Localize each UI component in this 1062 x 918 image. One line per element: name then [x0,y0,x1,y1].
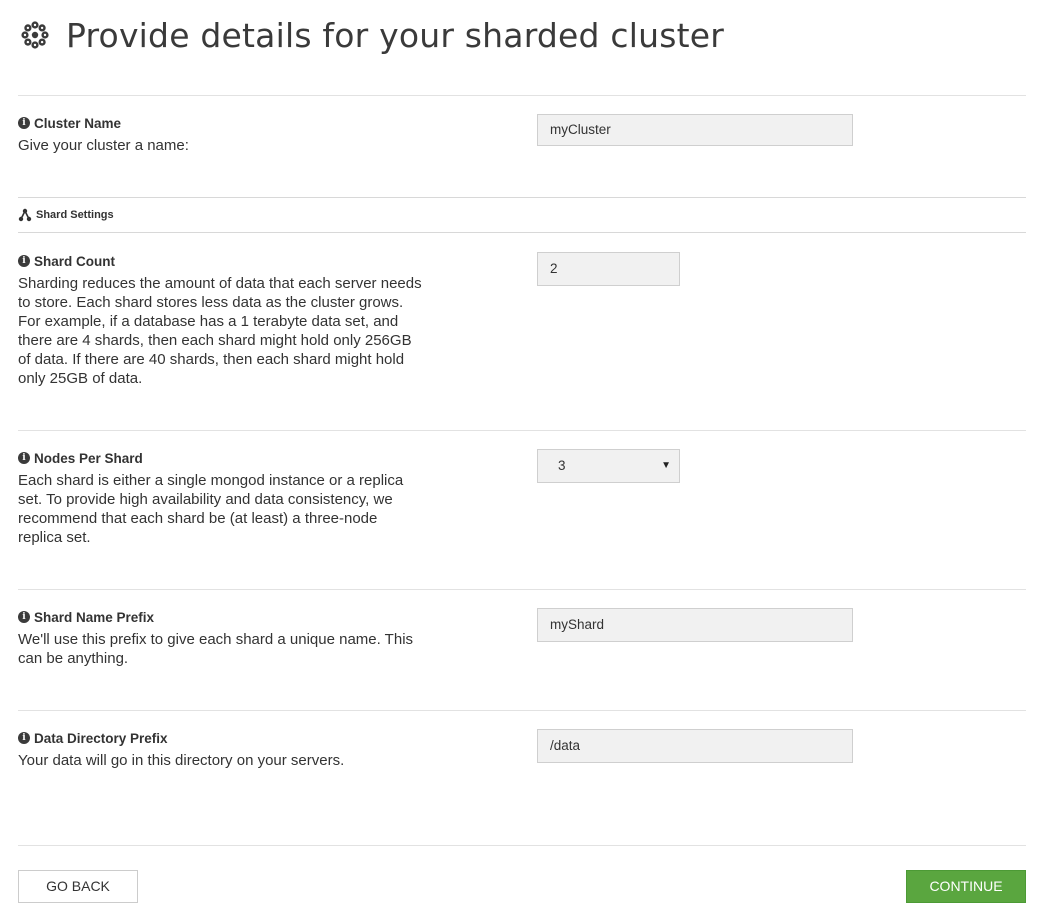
shard-name-prefix-row: i Shard Name Prefix We'll use this prefi… [18,608,1026,668]
continue-button[interactable]: CONTINUE [906,870,1026,903]
section-divider-top [18,197,1026,198]
nodes-per-shard-select[interactable]: 3 ▼ [537,449,680,483]
shard-settings-heading: Shard Settings [18,208,114,222]
info-icon: i [18,452,30,464]
cluster-flower-icon [21,21,49,49]
data-directory-prefix-description: Your data will go in this directory on y… [18,752,345,769]
row-divider [18,710,1026,711]
go-back-button[interactable]: GO BACK [18,870,138,903]
shard-count-title: i Shard Count [18,252,1026,270]
shard-count-description: Sharding reduces the amount of data that… [18,275,422,387]
data-directory-prefix-label: Data Directory Prefix [34,730,168,746]
cluster-name-description: Give your cluster a name: [18,137,189,154]
shard-name-prefix-description: We'll use this prefix to give each shard… [18,631,414,667]
info-icon: i [18,255,30,267]
section-divider-bottom [18,232,1026,233]
row-divider [18,430,1026,431]
data-directory-prefix-title: i Data Directory Prefix [18,729,1026,747]
nodes-per-shard-description: Each shard is either a single mongod ins… [18,472,404,546]
shard-count-row: i Shard Count Sharding reduces the amoun… [18,252,1026,388]
shard-name-prefix-input[interactable]: myShard [537,608,853,642]
footer-divider [18,845,1026,846]
data-directory-prefix-row: i Data Directory Prefix Your data will g… [18,729,1026,770]
row-divider [18,589,1026,590]
shard-name-prefix-title: i Shard Name Prefix [18,608,1026,626]
nodes-per-shard-row: i Nodes Per Shard Each shard is either a… [18,449,1026,547]
nodes-per-shard-label: Nodes Per Shard [34,450,143,466]
cluster-name-input[interactable]: myCluster [537,114,853,146]
info-icon: i [18,732,30,744]
nodes-per-shard-value: 3 [558,458,566,473]
shard-settings-label: Shard Settings [36,209,114,221]
shard-count-input[interactable]: 2 [537,252,680,286]
chevron-down-icon: ▼ [661,460,671,471]
page-header: Provide details for your sharded cluster [18,10,724,60]
info-icon: i [18,117,30,129]
nodes-per-shard-title: i Nodes Per Shard [18,449,1026,467]
cluster-name-row: i Cluster Name Give your cluster a name:… [18,114,1026,155]
shard-network-icon [18,208,32,222]
header-divider [18,95,1026,96]
shard-count-label: Shard Count [34,253,115,269]
data-directory-prefix-input[interactable]: /data [537,729,853,763]
page-title: Provide details for your sharded cluster [66,15,725,55]
cluster-name-label: Cluster Name [34,115,122,131]
cluster-name-title: i Cluster Name [18,114,1026,132]
shard-name-prefix-label: Shard Name Prefix [34,609,155,625]
info-icon: i [18,611,30,623]
